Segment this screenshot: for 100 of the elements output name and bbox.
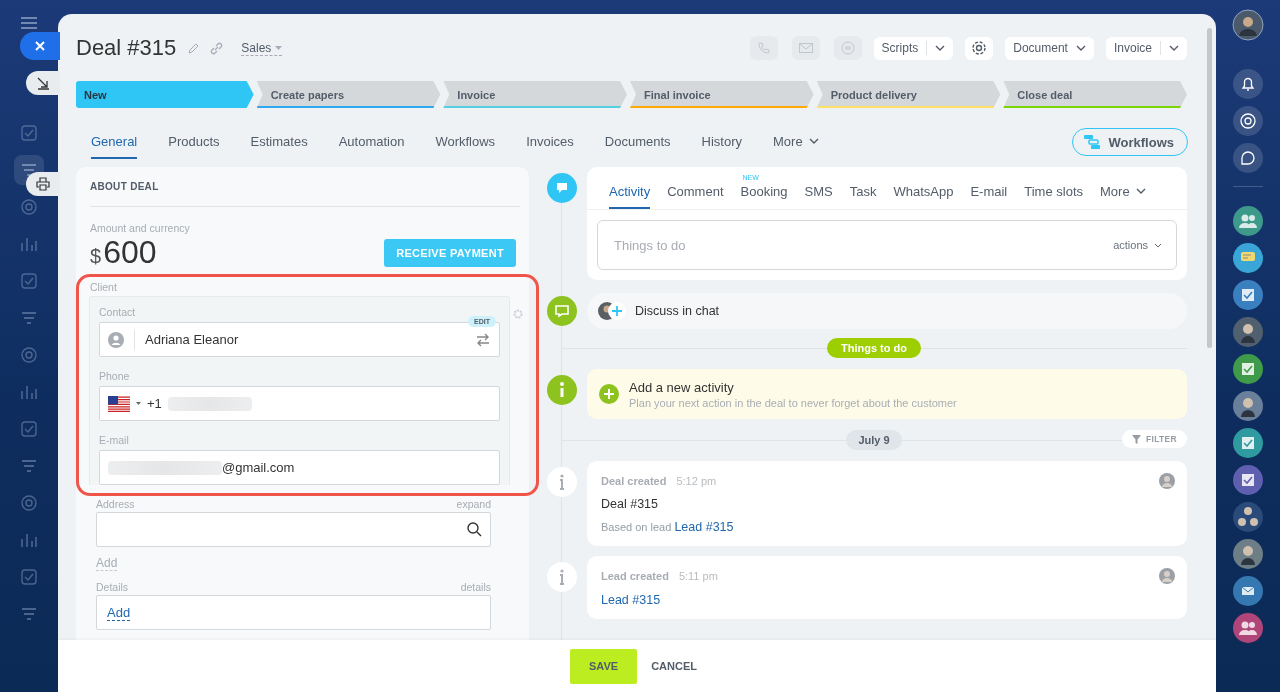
chat-avatar[interactable]	[1233, 502, 1263, 532]
chevron-icon	[808, 138, 819, 144]
workflow-icon	[1082, 134, 1101, 150]
discuss-in-chat-button[interactable]: Discuss in chat	[587, 293, 1187, 329]
stage-step[interactable]: Create papers	[256, 81, 441, 108]
history-time: 5:11 pm	[678, 570, 718, 582]
document-dropdown[interactable]: Document	[1005, 36, 1094, 60]
activity-tab[interactable]: WhatsApp	[893, 175, 954, 209]
search-icon[interactable]	[467, 522, 482, 537]
envelope-icon	[798, 43, 813, 53]
stage-step[interactable]: Close deal	[1003, 81, 1188, 108]
tab[interactable]: Workflows	[435, 125, 496, 159]
filter-icon	[1132, 434, 1142, 444]
chevron-icon	[935, 45, 946, 51]
history-text: Deal #315	[601, 497, 659, 511]
field-label: E-mail	[99, 434, 130, 446]
chat-icon[interactable]	[1233, 143, 1263, 173]
chevron-icon	[1075, 45, 1086, 51]
activity-tab[interactable]: Activity	[609, 175, 651, 209]
settings-button[interactable]	[965, 36, 994, 60]
lead-link[interactable]: Lead #315	[674, 520, 734, 534]
chat-avatar[interactable]	[1233, 428, 1263, 458]
activity-tab[interactable]: Task	[849, 175, 877, 209]
tab[interactable]: History	[701, 125, 743, 159]
chevron-icon	[1135, 188, 1146, 194]
tab[interactable]: Products	[168, 125, 220, 159]
chat-avatar[interactable]	[1233, 576, 1263, 606]
menu-icon[interactable]	[21, 17, 37, 29]
activity-tab[interactable]: E-mail	[970, 175, 1008, 209]
caret-icon	[275, 45, 283, 50]
chat-avatar[interactable]	[1233, 206, 1263, 236]
avatar	[1159, 473, 1175, 489]
person-icon	[108, 331, 124, 348]
window-title: Deal #315	[76, 35, 177, 61]
new-activity-title: Add a new activity	[629, 379, 735, 395]
tab[interactable]: General	[91, 125, 138, 159]
close-button[interactable]	[20, 32, 60, 60]
email-field[interactable]: @gmail.com	[99, 450, 500, 485]
flag-icon[interactable]	[108, 395, 130, 412]
bell-icon[interactable]	[1233, 69, 1263, 99]
info-icon	[547, 562, 577, 592]
save-button[interactable]: SAVE	[570, 648, 638, 684]
chat-avatar[interactable]	[1233, 317, 1263, 347]
print-button[interactable]	[26, 172, 60, 196]
tab[interactable]: Invoices	[526, 125, 574, 159]
split-button[interactable]: Scripts	[873, 36, 954, 60]
stage-step[interactable]: Product delivery	[816, 81, 1001, 108]
split-button[interactable]: Invoice	[1105, 36, 1187, 60]
info-icon	[547, 467, 577, 497]
tab[interactable]: Estimates	[250, 125, 308, 159]
activity-tab[interactable]: Comment	[667, 175, 724, 209]
chevron-icon	[1154, 242, 1162, 248]
chat-avatar[interactable]	[1233, 539, 1263, 569]
chat-avatar[interactable]	[1233, 280, 1263, 310]
target-icon[interactable]	[1233, 106, 1263, 136]
nav-icon[interactable]	[14, 155, 44, 185]
tab[interactable]: Automation	[338, 125, 405, 159]
chat-avatar[interactable]	[1233, 391, 1263, 421]
pipeline-dropdown[interactable]: Sales	[241, 40, 283, 56]
field-label: Phone	[99, 370, 131, 382]
activity-tab[interactable]: Time slots	[1024, 175, 1083, 209]
add-link[interactable]: Add	[107, 604, 131, 621]
history-time: 5:12 pm	[676, 475, 717, 487]
todo-badge: Things to do	[827, 338, 921, 358]
history-title: Lead created	[601, 570, 669, 582]
amount-value: $600	[90, 234, 157, 271]
email-value: @gmail.com	[222, 460, 295, 475]
avatar-plus-icon	[597, 300, 627, 322]
tab[interactable]: Documents	[604, 125, 671, 159]
chat-icon	[547, 296, 577, 326]
activity-tab[interactable]: More	[1100, 175, 1146, 209]
cancel-button[interactable]: CANCEL	[651, 660, 697, 672]
date-badge: July 9	[846, 430, 902, 450]
minimize-button[interactable]	[26, 71, 60, 95]
swap-icon[interactable]	[475, 332, 491, 347]
chat-avatar[interactable]	[1233, 465, 1263, 495]
actions-dropdown[interactable]: actions	[1113, 239, 1162, 251]
info-icon	[547, 375, 577, 405]
caret-icon[interactable]	[136, 402, 141, 405]
chat-avatar[interactable]	[1233, 243, 1263, 273]
details-field[interactable]: Add	[96, 595, 491, 630]
chat-avatar[interactable]	[1233, 613, 1263, 643]
chat-avatar[interactable]	[1233, 354, 1263, 384]
field-label: Address	[96, 498, 135, 510]
stage-step[interactable]: Final invoice	[630, 81, 814, 108]
new-activity-card[interactable]: Add a new activity Plan your next action in the deal to never forget about the customer	[587, 369, 1187, 419]
phone-icon	[757, 42, 770, 54]
lead-link[interactable]: Lead #315	[601, 593, 661, 607]
todo-field[interactable]: Things to do actions	[597, 220, 1177, 270]
address-field[interactable]	[96, 512, 491, 547]
stage-step[interactable]: New	[76, 81, 254, 108]
field-label: Details	[96, 581, 129, 593]
phone-field[interactable]: +1	[99, 386, 500, 421]
new-activity-hint: Plan your next action in the deal to never forget about the customer	[629, 396, 957, 409]
more-tab[interactable]: More	[773, 125, 819, 159]
avatar	[1159, 568, 1175, 584]
stage-step[interactable]: Invoice	[443, 81, 627, 108]
activity-tab[interactable]: SMS	[804, 175, 833, 209]
chat-icon	[840, 41, 855, 55]
avatar[interactable]	[1232, 9, 1264, 41]
